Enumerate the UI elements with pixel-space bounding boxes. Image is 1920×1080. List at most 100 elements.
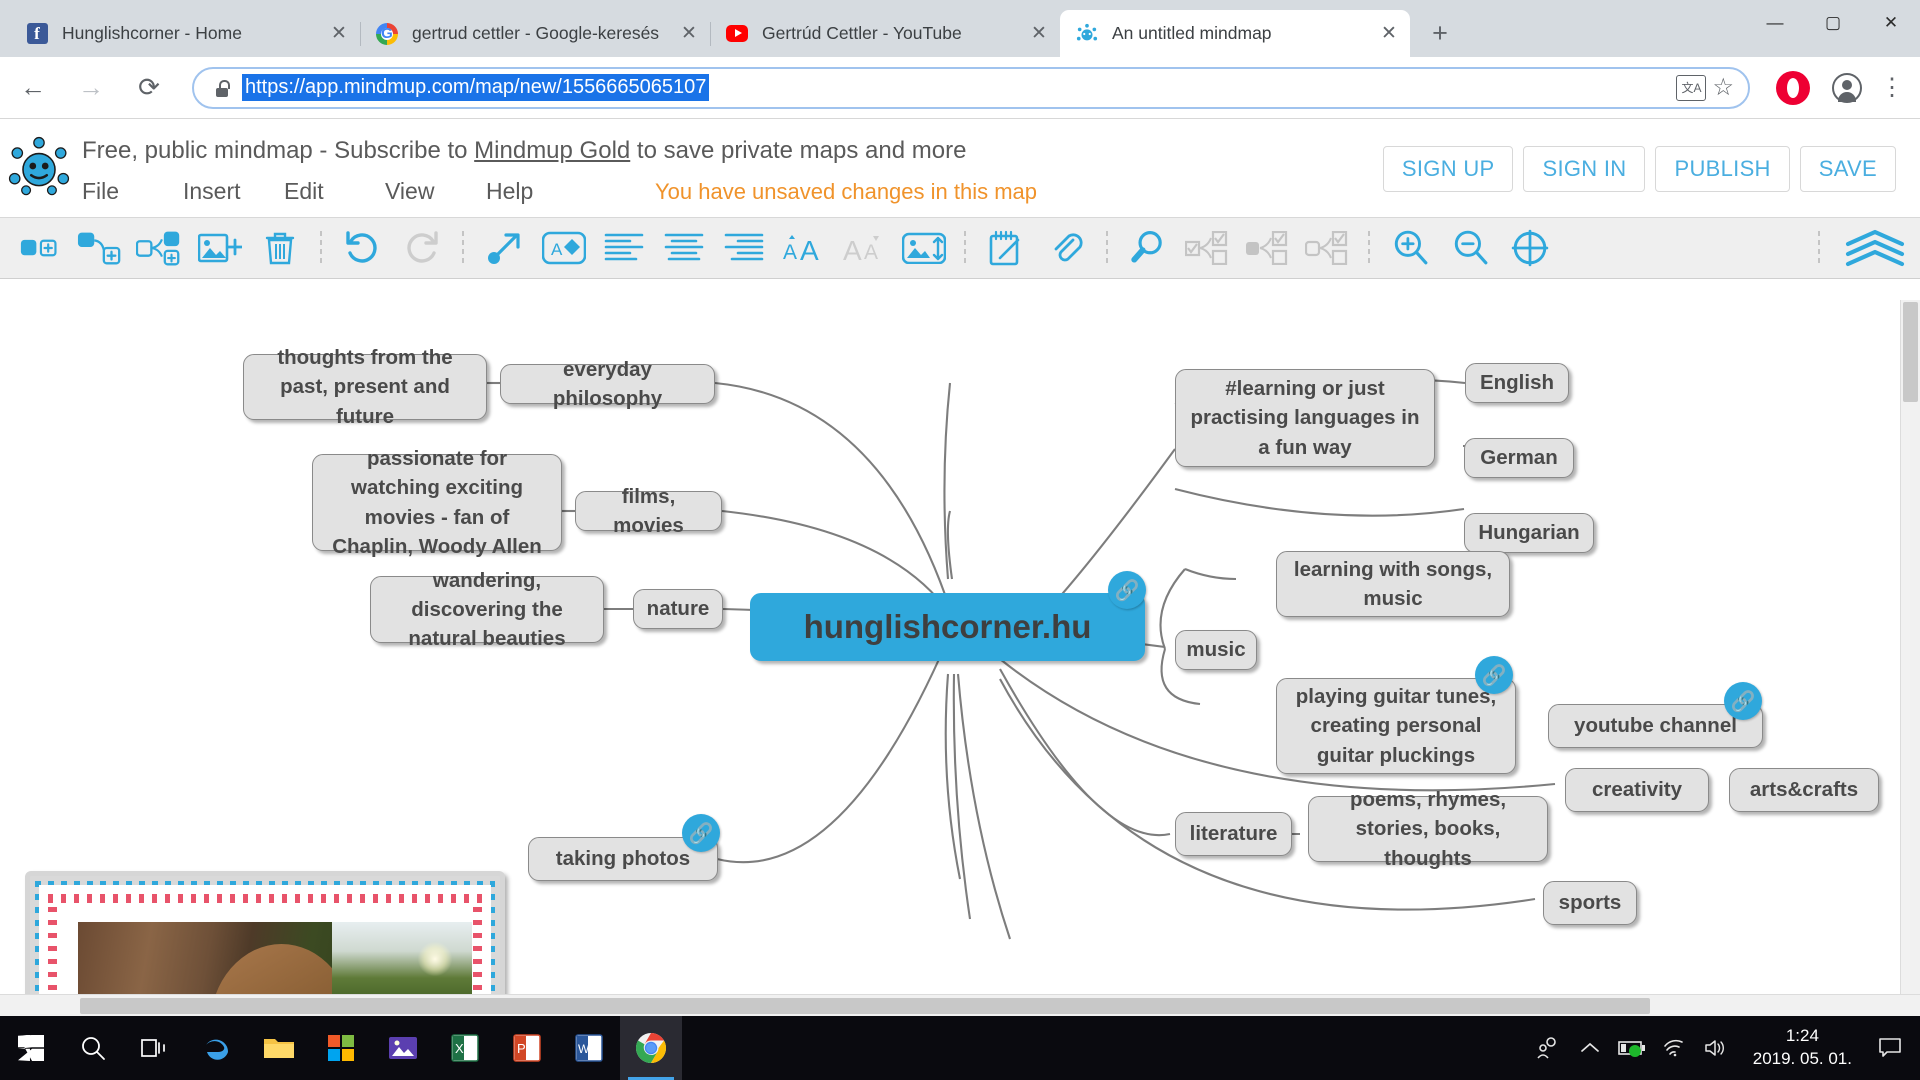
forward-button[interactable]: → xyxy=(66,63,116,113)
address-bar[interactable]: https://app.mindmup.com/map/new/15566650… xyxy=(192,66,1750,109)
align-left-icon[interactable] xyxy=(594,220,654,276)
mindmap-node-english[interactable]: English xyxy=(1465,363,1569,403)
word-icon[interactable]: W xyxy=(558,1016,620,1080)
mindmap-node-poems[interactable]: poems, rhymes, stories, books, thoughts xyxy=(1308,788,1548,870)
show-hidden-icons-icon[interactable] xyxy=(1569,1016,1611,1080)
insert-subidea-icon[interactable] xyxy=(130,220,190,276)
file-explorer-icon[interactable] xyxy=(248,1016,310,1080)
close-window-button[interactable]: ✕ xyxy=(1862,0,1920,46)
chain-link-icon[interactable]: 🔗 xyxy=(1108,571,1146,609)
mindmap-node-hungarian[interactable]: Hungarian xyxy=(1464,513,1594,553)
chain-link-icon[interactable]: 🔗 xyxy=(1475,656,1513,694)
windows-start-icon[interactable] xyxy=(0,1016,62,1080)
mindmap-node-literature[interactable]: literature xyxy=(1175,812,1292,856)
url-text[interactable]: https://app.mindmup.com/map/new/15566650… xyxy=(242,74,710,101)
insert-image-icon[interactable] xyxy=(190,220,250,276)
maximize-button[interactable]: ▢ xyxy=(1804,0,1862,46)
mindmap-node-films[interactable]: films, movies xyxy=(575,485,722,537)
opera-extension-icon[interactable] xyxy=(1776,70,1810,105)
action-center-icon[interactable] xyxy=(1868,1016,1912,1080)
menu-item-edit[interactable]: Edit xyxy=(284,178,385,205)
note-icon[interactable] xyxy=(976,220,1036,276)
browser-tab-mindmap[interactable]: An untitled mindmap ✕ xyxy=(1060,10,1410,57)
attachment-paperclip-icon[interactable] xyxy=(1036,220,1096,276)
mindmap-node-root[interactable]: hunglishcorner.hu xyxy=(750,593,1145,661)
mindmap-node-thoughts[interactable]: thoughts from the past, present and futu… xyxy=(243,346,487,428)
zoom-out-icon[interactable] xyxy=(1440,220,1500,276)
mindmap-node-learning-with-songs[interactable]: learning with songs, music xyxy=(1276,551,1510,617)
collapse-toolbar-chevrons-icon[interactable] xyxy=(1830,220,1920,276)
sign-in-button[interactable]: SIGN IN xyxy=(1523,146,1646,192)
mindmap-node-wandering[interactable]: wandering, discovering the natural beaut… xyxy=(370,569,604,650)
vertical-scrollbar[interactable]: ▲ ▼ xyxy=(1900,300,1920,1036)
reload-button[interactable]: ⟳ xyxy=(124,63,174,113)
task-view-icon[interactable] xyxy=(124,1016,186,1080)
menu-item-file[interactable]: File xyxy=(82,178,183,205)
add-sibling-idea-icon[interactable] xyxy=(10,220,70,276)
node-color-icon[interactable]: A xyxy=(534,220,594,276)
image-size-icon[interactable] xyxy=(894,220,954,276)
align-center-icon[interactable] xyxy=(654,220,714,276)
connector-line-icon[interactable] xyxy=(474,220,534,276)
mindmap-node-creativity[interactable]: creativity xyxy=(1565,768,1709,812)
browser-tab-google-search[interactable]: gertrud cettler - Google-keresés ✕ xyxy=(360,10,710,57)
mindmup-gold-link[interactable]: Mindmup Gold xyxy=(474,137,630,164)
mindmap-node-nature[interactable]: nature xyxy=(633,589,723,629)
menu-item-view[interactable]: View xyxy=(385,178,486,205)
mindmap-node-sports[interactable]: sports xyxy=(1543,881,1637,925)
chrome-icon[interactable] xyxy=(620,1016,682,1080)
photos-icon[interactable] xyxy=(372,1016,434,1080)
star-icon[interactable]: ☆ xyxy=(1712,73,1734,102)
kebab-menu-icon[interactable]: ⋮ xyxy=(1880,73,1904,102)
close-icon[interactable]: ✕ xyxy=(326,21,352,47)
mindmap-node-arts-crafts[interactable]: arts&crafts xyxy=(1729,768,1879,812)
zoom-reset-icon[interactable] xyxy=(1500,220,1560,276)
search-magnifier-icon[interactable] xyxy=(1118,220,1178,276)
edge-browser-icon[interactable] xyxy=(186,1016,248,1080)
close-icon[interactable]: ✕ xyxy=(676,21,702,47)
increase-font-size-icon[interactable]: AA xyxy=(774,220,834,276)
horizontal-scrollbar[interactable] xyxy=(0,994,1920,1016)
sign-up-button[interactable]: SIGN UP xyxy=(1382,146,1514,192)
volume-icon[interactable] xyxy=(1695,1016,1737,1080)
publish-button[interactable]: PUBLISH xyxy=(1655,146,1790,192)
browser-tab-facebook[interactable]: f Hunglishcorner - Home ✕ xyxy=(10,10,360,57)
taskbar-clock[interactable]: 1:24 2019. 05. 01. xyxy=(1737,1025,1868,1071)
close-icon[interactable]: ✕ xyxy=(1376,21,1402,47)
powerpoint-icon[interactable]: P xyxy=(496,1016,558,1080)
people-icon[interactable] xyxy=(1527,1016,1569,1080)
vertical-scroll-thumb[interactable] xyxy=(1903,302,1918,402)
horizontal-scroll-thumb[interactable] xyxy=(80,998,1650,1014)
battery-icon[interactable] xyxy=(1611,1016,1653,1080)
mindmap-node-passionate[interactable]: passionate for watching exciting movies … xyxy=(312,447,562,558)
mindmap-node-music[interactable]: music xyxy=(1175,630,1257,670)
menu-item-insert[interactable]: Insert xyxy=(183,178,284,205)
delete-trash-icon[interactable] xyxy=(250,220,310,276)
zoom-in-icon[interactable] xyxy=(1380,220,1440,276)
excel-icon[interactable]: X xyxy=(434,1016,496,1080)
browser-tab-youtube[interactable]: Gertrúd Cettler - YouTube ✕ xyxy=(710,10,1060,57)
translate-icon[interactable]: 文A xyxy=(1676,74,1707,101)
search-icon[interactable] xyxy=(62,1016,124,1080)
banner-prefix: Free, public mindmap - Subscribe to xyxy=(82,137,475,164)
mindmap-node-guitar[interactable]: playing guitar tunes, creating personal … xyxy=(1276,678,1516,774)
close-icon[interactable]: ✕ xyxy=(1026,21,1052,47)
mindmup-logo-icon[interactable] xyxy=(8,136,70,198)
chain-link-icon[interactable]: 🔗 xyxy=(1724,682,1762,720)
minimize-button[interactable]: — xyxy=(1746,0,1804,46)
new-tab-button[interactable]: + xyxy=(1420,13,1460,53)
microsoft-store-icon[interactable] xyxy=(310,1016,372,1080)
undo-icon[interactable] xyxy=(332,220,392,276)
mindmap-node-learning-languages[interactable]: #learning or just practising languages i… xyxy=(1175,369,1435,467)
mindmap-node-philosophy[interactable]: everyday philosophy xyxy=(500,358,715,410)
profile-icon[interactable] xyxy=(1832,72,1862,103)
menu-item-help[interactable]: Help xyxy=(486,178,587,205)
align-right-icon[interactable] xyxy=(714,220,774,276)
chain-link-icon[interactable]: 🔗 xyxy=(682,814,720,852)
save-button[interactable]: SAVE xyxy=(1799,146,1896,192)
wifi-icon[interactable] xyxy=(1653,1016,1695,1080)
mindmap-node-german[interactable]: German xyxy=(1464,438,1574,478)
add-child-idea-icon[interactable] xyxy=(70,220,130,276)
mindmap-canvas[interactable]: hunglishcorner.hu 🔗 thoughts from the pa… xyxy=(0,279,1920,1015)
back-button[interactable]: ← xyxy=(8,63,58,113)
